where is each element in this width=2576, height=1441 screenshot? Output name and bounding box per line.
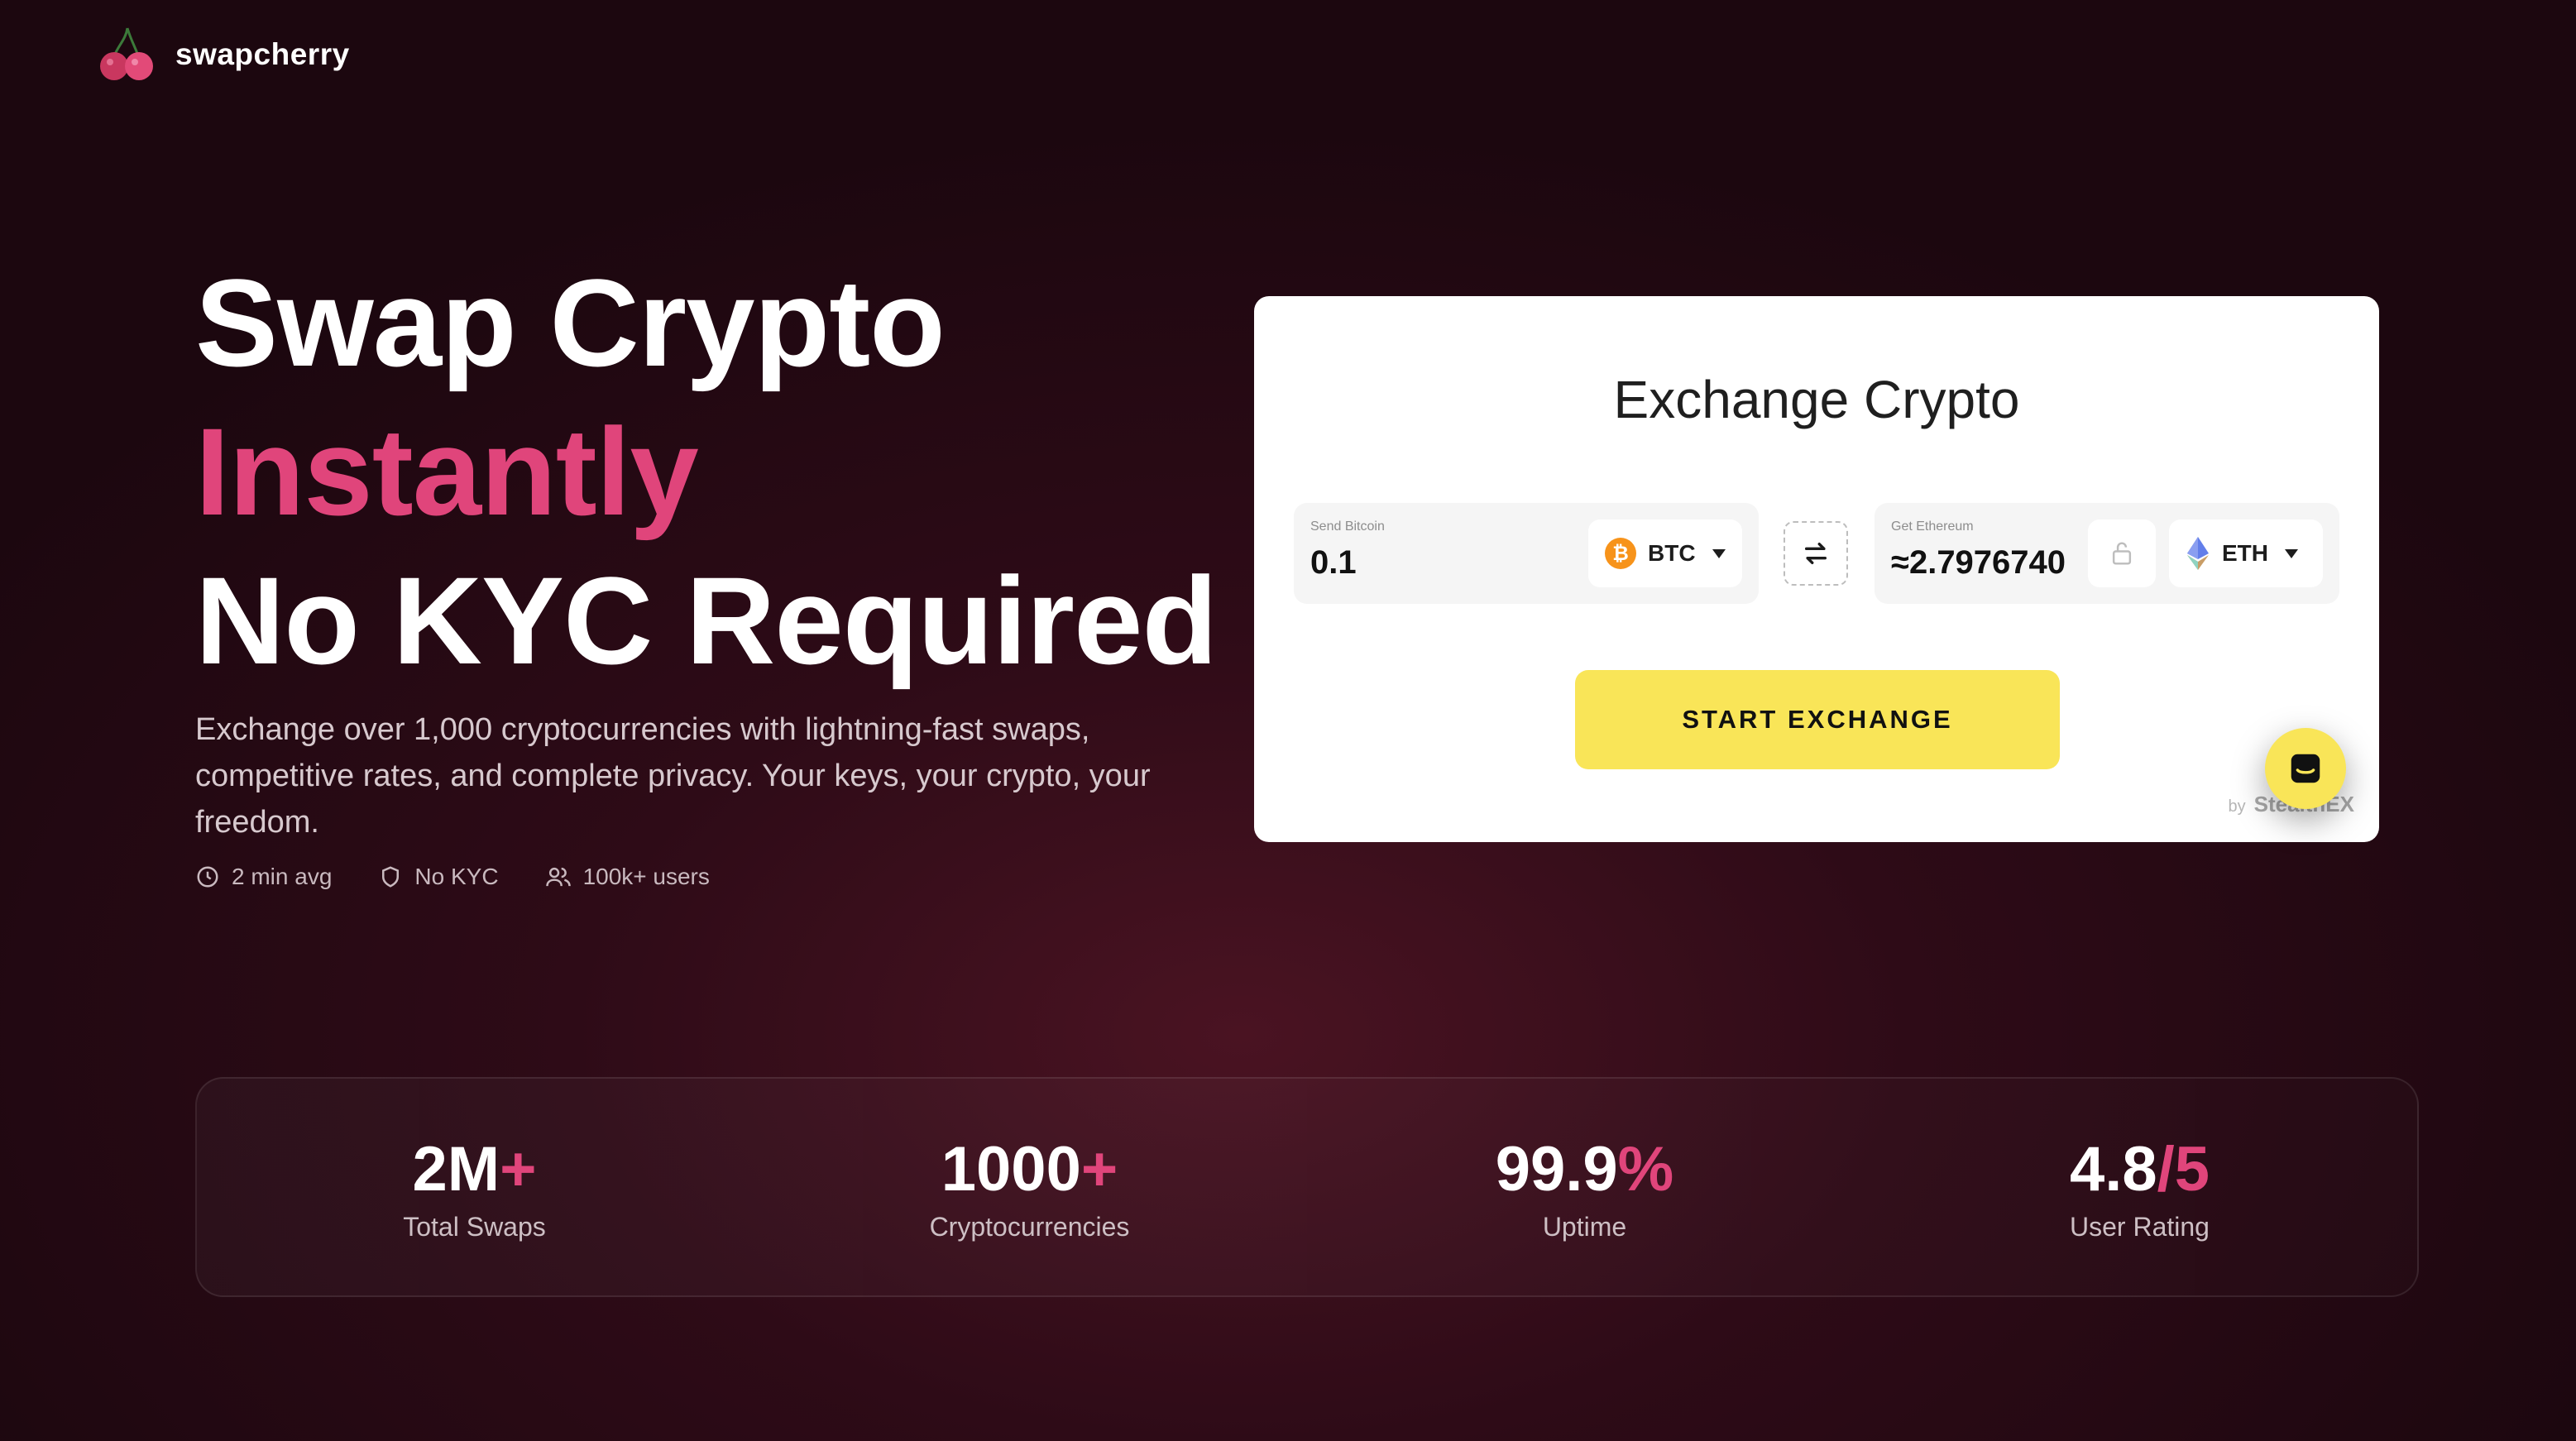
stat-label: Uptime: [1542, 1211, 1627, 1242]
swap-arrows-icon: [1804, 542, 1827, 565]
chat-icon: [2291, 754, 2320, 783]
swap-direction-button[interactable]: [1784, 521, 1848, 586]
get-label: Get Ethereum: [1891, 519, 1974, 534]
stat-label: User Rating: [2070, 1211, 2210, 1242]
ethereum-icon: [2187, 537, 2209, 570]
hero-line-2: Instantly: [195, 402, 699, 541]
get-coin-select[interactable]: ETH: [2169, 519, 2323, 587]
users-icon: [545, 867, 571, 887]
feature-label: 2 min avg: [232, 864, 333, 889]
feature-users: 100k+ users: [545, 864, 710, 890]
get-field[interactable]: Get Ethereum ≈2.7976740 ETH: [1875, 503, 2339, 604]
shield-icon: [382, 866, 400, 888]
cherry-icon: [100, 27, 153, 80]
send-amount-input[interactable]: 0.1: [1310, 544, 1575, 582]
svg-text:₿: ₿: [1612, 543, 1629, 565]
rate-lock-button[interactable]: [2088, 519, 2156, 587]
send-coin-select[interactable]: ₿ BTC: [1588, 519, 1742, 587]
stat-label: Cryptocurrencies: [929, 1211, 1130, 1242]
stat-cryptocurrencies: 1000+ Cryptocurrencies: [752, 1079, 1307, 1295]
feature-label: 100k+ users: [582, 864, 710, 889]
hero-description: Exchange over 1,000 cryptocurrencies wit…: [195, 712, 1151, 840]
stat-value: 99.9%: [1495, 1133, 1674, 1204]
brand-name: swapcherry: [175, 37, 350, 71]
powered-by-label: by: [2228, 797, 2246, 816]
exchange-widget: Exchange Crypto Send Bitcoin 0.1 ₿ BTC G…: [1254, 296, 2379, 842]
chat-launcher-button[interactable]: [2265, 728, 2346, 809]
stat-value: 4.8/5: [2069, 1133, 2210, 1204]
start-exchange-button[interactable]: START EXCHANGE: [1575, 670, 2060, 769]
bitcoin-icon: ₿: [1605, 538, 1636, 569]
hero-line-3: No KYC Required: [195, 551, 1218, 690]
brand-logo[interactable]: swapcherry: [98, 25, 350, 84]
get-coin-label: ETH: [2222, 540, 2268, 566]
feature-list: 2 min avg No KYC 100k+ users: [195, 864, 1229, 890]
stat-user-rating: 4.8/5 User Rating: [1862, 1079, 2417, 1295]
stat-value: 1000+: [941, 1133, 1118, 1204]
stat-value: 2M+: [412, 1133, 537, 1204]
stat-total-swaps: 2M+ Total Swaps: [197, 1079, 752, 1295]
widget-title: Exchange Crypto: [1613, 370, 2020, 429]
chevron-down-icon: [2285, 548, 2298, 558]
chevron-down-icon: [1712, 548, 1726, 558]
feature-speed: 2 min avg: [195, 864, 332, 890]
lock-icon: [2112, 542, 2132, 565]
get-amount-output: ≈2.7976740: [1891, 544, 2066, 581]
hero-section: Swap Crypto Instantly No KYC Required Ex…: [195, 248, 1229, 890]
clock-icon: [197, 866, 218, 888]
stat-label: Total Swaps: [403, 1211, 546, 1242]
send-coin-label: BTC: [1648, 540, 1696, 566]
feature-no-kyc: No KYC: [378, 864, 499, 890]
stat-uptime: 99.9% Uptime: [1307, 1079, 1862, 1295]
feature-label: No KYC: [414, 864, 499, 889]
hero-line-1: Swap Crypto: [195, 253, 946, 392]
stats-panel: 2M+ Total Swaps 1000+ Cryptocurrencies 9…: [195, 1077, 2419, 1297]
hero-heading: Swap Crypto Instantly No KYC Required: [195, 248, 1229, 695]
send-field[interactable]: Send Bitcoin 0.1 ₿ BTC: [1294, 503, 1759, 604]
send-label: Send Bitcoin: [1310, 519, 1385, 534]
